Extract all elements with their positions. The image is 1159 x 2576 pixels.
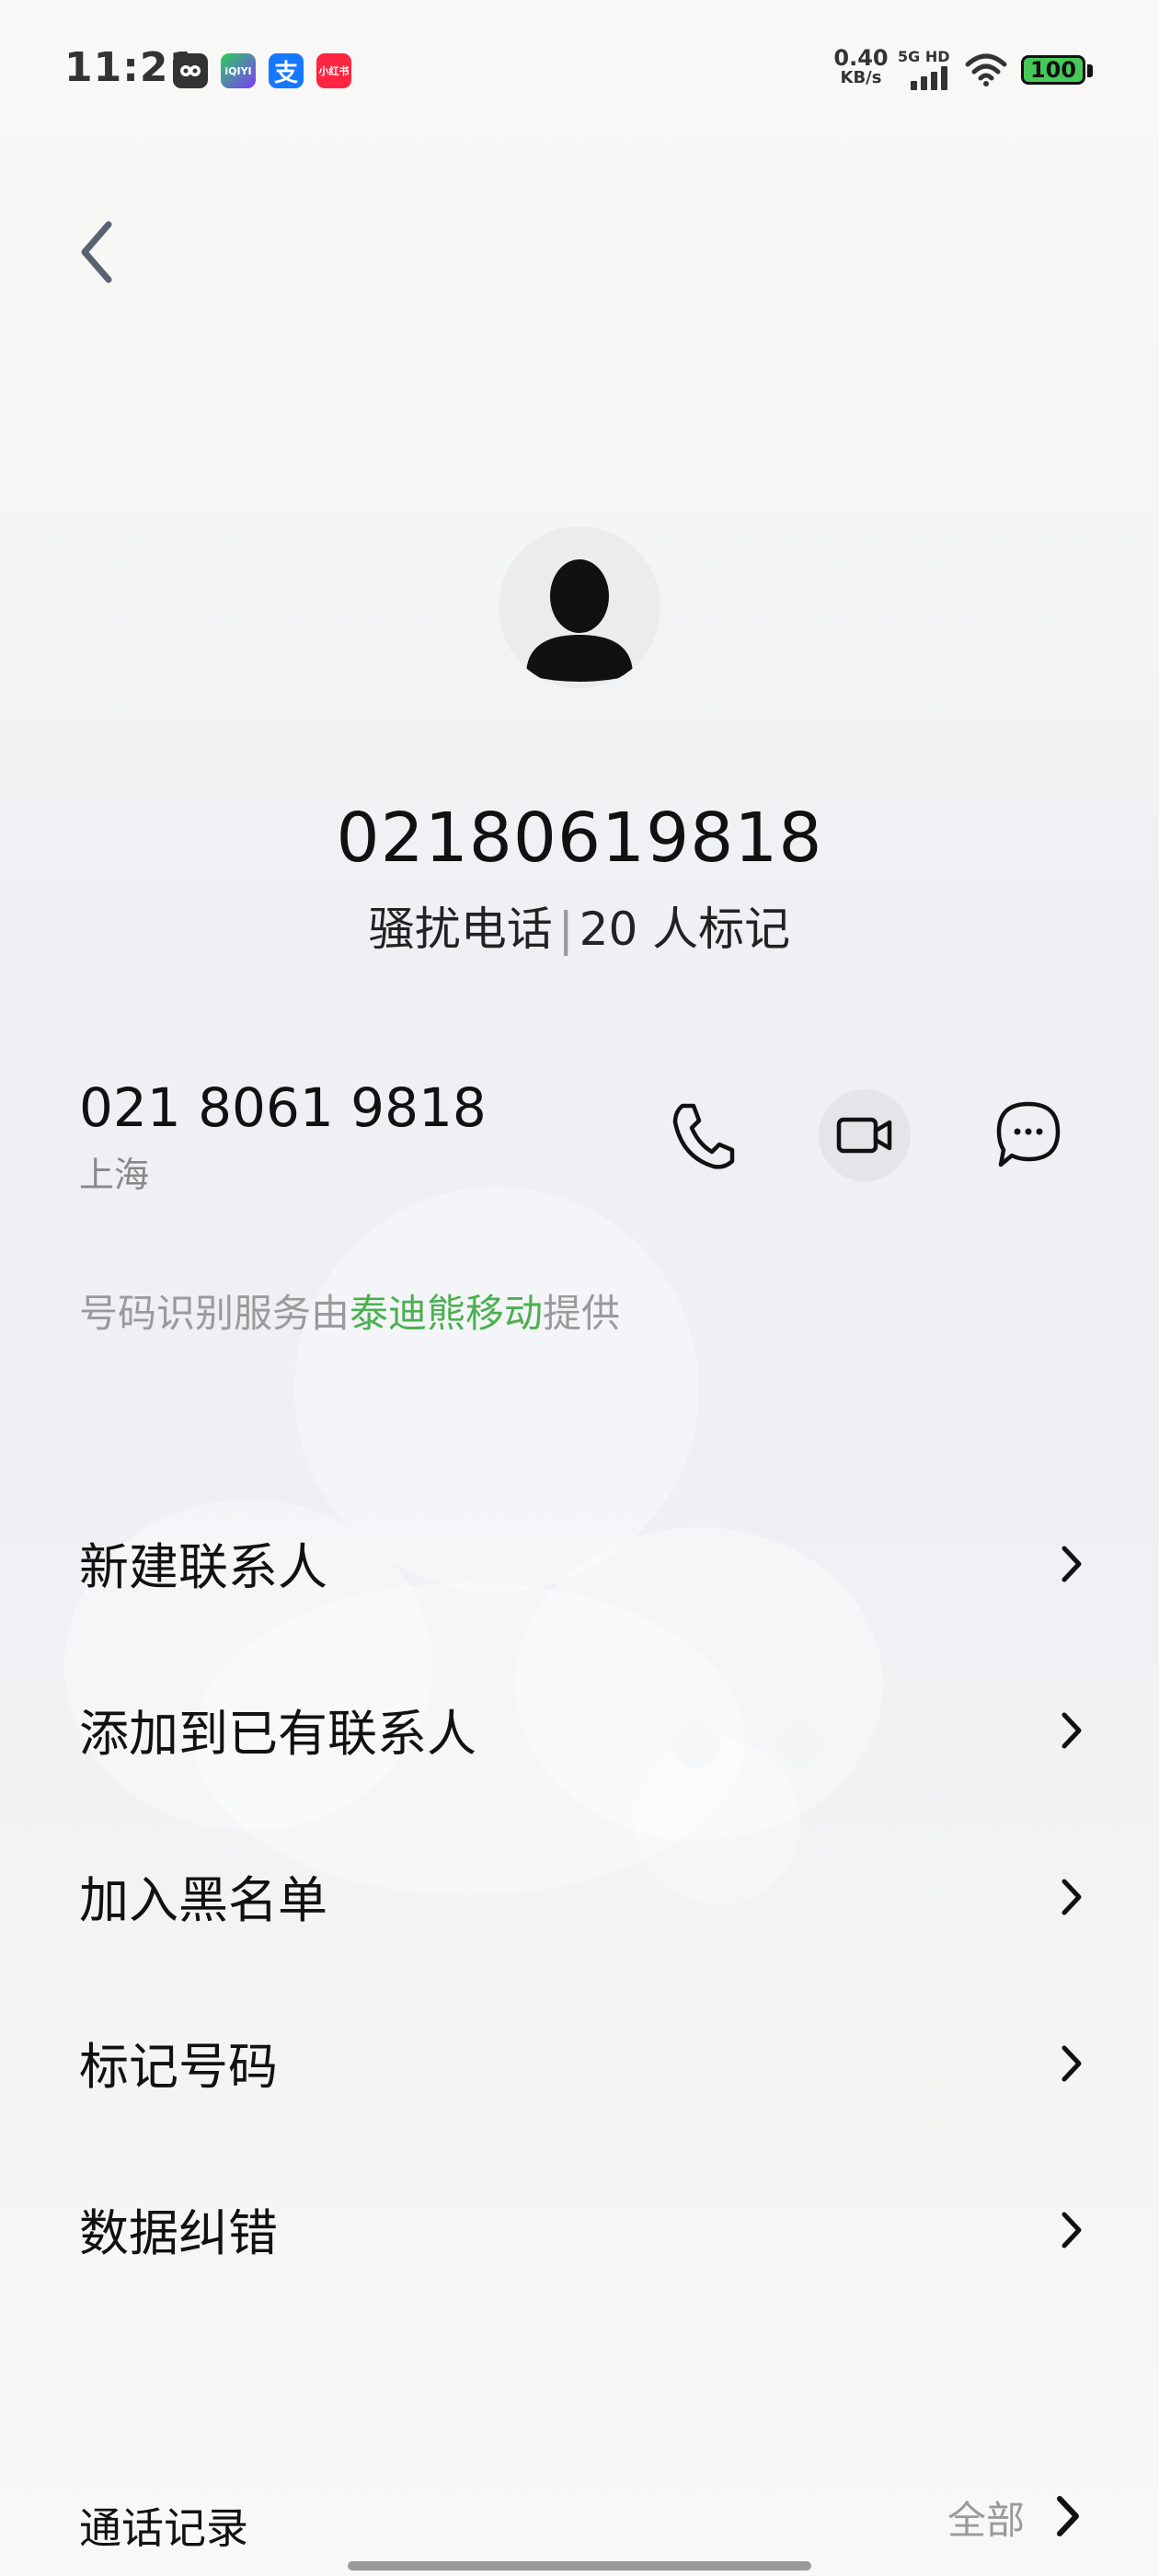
formatted-number[interactable]: 021 8061 9818 xyxy=(79,1076,487,1139)
mark-count: 20 人标记 xyxy=(579,903,791,956)
battery-indicator: 100 xyxy=(1021,55,1085,85)
phone-icon xyxy=(672,1103,735,1169)
network-tag: 5G HD xyxy=(898,48,950,65)
chevron-right-icon xyxy=(1061,1879,1082,1915)
net-speed-value: 0.40 xyxy=(833,45,889,71)
video-call-button[interactable] xyxy=(819,1089,911,1181)
menu-item-label: 新建联系人 xyxy=(79,1537,327,1596)
xiaohongshu-app-icon: 小红书 xyxy=(316,53,351,88)
message-button[interactable] xyxy=(982,1089,1074,1181)
menu-item-label: 标记号码 xyxy=(79,2037,278,2096)
call-button[interactable] xyxy=(657,1089,749,1181)
chevron-left-icon xyxy=(81,221,112,283)
chevron-right-icon xyxy=(1061,2045,1082,2082)
chevron-right-icon xyxy=(1061,1546,1082,1582)
video-camera-icon xyxy=(836,1117,892,1154)
call-log-all-link[interactable]: 全部 xyxy=(947,2490,1025,2546)
avatar xyxy=(499,526,660,688)
wifi-icon xyxy=(965,53,1007,86)
provider-line: 号码识别服务由泰迪熊移动提供 xyxy=(79,1282,620,1339)
net-speed-unit: KB/s xyxy=(840,68,882,87)
separator: | xyxy=(557,903,574,956)
battery-tip xyxy=(1087,64,1093,77)
chevron-right-icon xyxy=(1061,2212,1082,2248)
menu-item-label: 数据纠错 xyxy=(79,2203,278,2262)
home-indicator[interactable] xyxy=(348,2561,811,2570)
call-log-title: 通话记录 xyxy=(79,2503,248,2553)
spam-label: 骚扰电话 xyxy=(368,903,553,956)
menu-item-new-contact[interactable]: 新建联系人 xyxy=(0,1489,1159,1636)
location: 上海 xyxy=(79,1155,150,1195)
menu-item-data-correction[interactable]: 数据纠错 xyxy=(0,2155,1159,2302)
alipay-app-icon: 支 xyxy=(269,53,304,88)
person-icon xyxy=(526,559,633,682)
spam-tag-line: 骚扰电话 | 20 人标记 xyxy=(0,892,1159,959)
menu-item-add-to-existing[interactable]: 添加到已有联系人 xyxy=(0,1655,1159,1802)
menu-item-mark-number[interactable]: 标记号码 xyxy=(0,1988,1159,2135)
page-title: 02180619818 xyxy=(336,799,823,878)
message-bubble-icon xyxy=(996,1101,1061,1167)
chevron-right-icon xyxy=(1061,1712,1082,1749)
iqiyi-app-icon: iQIYI xyxy=(221,53,256,88)
signal-icon xyxy=(911,66,947,90)
menu-item-label: 加入黑名单 xyxy=(79,1870,327,1929)
menu-item-blacklist[interactable]: 加入黑名单 xyxy=(0,1822,1159,1969)
chevron-right-icon[interactable] xyxy=(1052,2493,1084,2539)
menu-item-label: 添加到已有联系人 xyxy=(79,1704,476,1763)
provider-prefix: 号码识别服务由 xyxy=(79,1291,350,1336)
back-button[interactable] xyxy=(66,212,131,294)
net-speed: 0.40 KB/s xyxy=(832,45,890,88)
owl-app-icon xyxy=(173,53,208,88)
provider-name-link[interactable]: 泰迪熊移动 xyxy=(350,1291,543,1336)
provider-suffix: 提供 xyxy=(543,1291,621,1336)
